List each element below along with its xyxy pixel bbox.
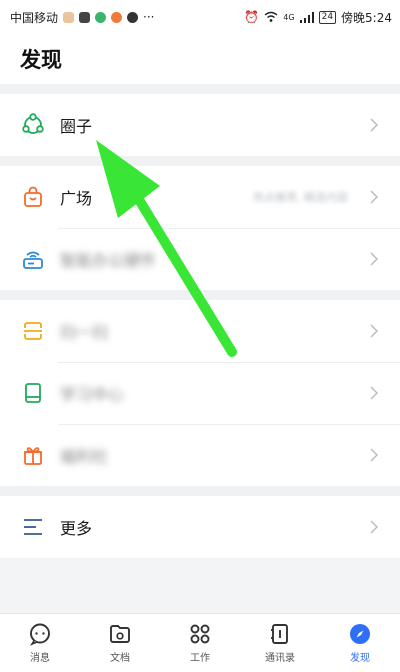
tab-contacts[interactable]: 通讯录 <box>240 614 320 672</box>
tab-docs[interactable]: 文档 <box>80 614 160 672</box>
menu-item-scan[interactable]: 扫一扫 <box>0 300 400 362</box>
menu-section: 更多 <box>0 496 400 558</box>
signal-icon <box>299 11 314 23</box>
circle-group-icon <box>20 112 46 138</box>
chevron-right-icon <box>364 252 384 266</box>
chevron-right-icon <box>364 386 384 400</box>
chevron-right-icon <box>364 190 384 204</box>
divider <box>0 486 400 496</box>
tab-label: 消息 <box>30 653 50 664</box>
menu-item-label: 智能办公硬件 <box>60 251 157 270</box>
shopping-bag-icon <box>20 184 46 210</box>
menu-item-label: 更多 <box>60 519 93 538</box>
tab-messages[interactable]: 消息 <box>0 614 80 672</box>
clock: 傍晚5:24 <box>341 10 392 25</box>
menu-item-learning[interactable]: 学习中心 <box>0 362 400 424</box>
bottom-tab-bar: 消息 文档 工作 通讯录 发现 <box>0 613 400 672</box>
tab-label: 文档 <box>110 653 130 664</box>
chat-bubble-icon <box>29 623 50 646</box>
router-icon <box>20 246 46 272</box>
status-right: ⏰ 4G 24 傍晚5:24 <box>244 9 392 26</box>
app-notification-icon <box>63 11 75 23</box>
status-bar: 中国移动 ··· ⏰ 4G 24 傍晚5:24 <box>0 0 400 34</box>
menu-item-label: 福利社 <box>60 447 109 466</box>
app-notification-icon <box>79 11 91 23</box>
menu-item-label: 广场 <box>60 189 93 208</box>
menu-item-circle[interactable]: 圈子 <box>0 94 400 156</box>
message-icon <box>127 11 139 23</box>
contacts-book-icon <box>271 624 288 644</box>
divider <box>0 156 400 166</box>
tab-label: 通讯录 <box>265 653 295 664</box>
compass-icon <box>350 624 370 644</box>
chevron-right-icon <box>364 448 384 462</box>
status-left: 中国移动 ··· <box>10 9 154 26</box>
alarm-icon: ⏰ <box>244 10 260 24</box>
menu-item-square[interactable]: 广场 热点推荐, 精选内容 <box>0 166 400 228</box>
battery-icon: 24 <box>318 10 337 24</box>
menu-section: 扫一扫 学习中心 福利社 <box>0 300 400 486</box>
gift-icon <box>20 442 46 468</box>
chevron-right-icon <box>364 324 384 338</box>
menu-section: 广场 热点推荐, 精选内容 智能办公硬件 <box>0 166 400 290</box>
folder-icon <box>110 625 130 643</box>
book-icon <box>20 380 46 406</box>
wifi-icon <box>264 11 278 22</box>
app-notification-icon <box>111 11 123 23</box>
menu-lines-icon <box>20 514 46 540</box>
grid-apps-icon <box>190 624 210 644</box>
divider <box>0 290 400 300</box>
menu-section: 圈子 <box>0 94 400 156</box>
more-notifications: ··· <box>143 10 155 24</box>
chevron-right-icon <box>364 118 384 132</box>
network-type: 4G <box>283 12 295 22</box>
menu-item-welfare[interactable]: 福利社 <box>0 424 400 486</box>
play-icon <box>95 11 107 23</box>
scan-icon <box>20 318 46 344</box>
menu-item-more[interactable]: 更多 <box>0 496 400 558</box>
tab-work[interactable]: 工作 <box>160 614 240 672</box>
menu-item-label: 扫一扫 <box>60 323 109 342</box>
page-title: 发现 <box>0 34 400 84</box>
menu-item-smart-hardware[interactable]: 智能办公硬件 <box>0 228 400 290</box>
menu-item-label: 学习中心 <box>60 385 125 404</box>
tab-label: 工作 <box>190 653 210 664</box>
chevron-right-icon <box>364 520 384 534</box>
menu-item-subtitle: 热点推荐, 精选内容 <box>253 191 348 204</box>
tab-label: 发现 <box>350 653 370 664</box>
menu-item-label: 圈子 <box>60 117 93 136</box>
divider <box>0 84 400 94</box>
tab-discover[interactable]: 发现 <box>320 614 400 672</box>
carrier-label: 中国移动 <box>10 10 59 25</box>
